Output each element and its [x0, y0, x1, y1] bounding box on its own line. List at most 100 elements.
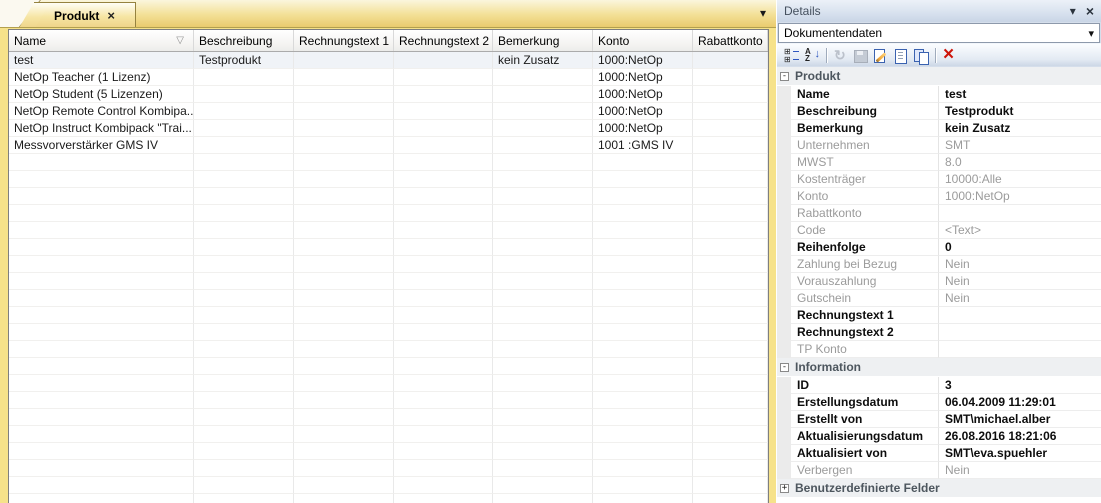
property-value[interactable]: Nein — [939, 462, 1101, 479]
table-cell — [693, 205, 768, 222]
property-value[interactable]: Nein — [939, 256, 1101, 273]
table-cell — [693, 494, 768, 503]
property-value[interactable]: 26.08.2016 18:21:06 — [939, 428, 1101, 445]
property-value[interactable]: SMT\eva.spuehler — [939, 445, 1101, 462]
table-row[interactable]: NetOp Instruct Kombipack "Trai...1000:Ne… — [9, 120, 768, 137]
column-header-bemerkung[interactable]: Bemerkung — [493, 30, 593, 51]
property-value[interactable]: kein Zusatz — [939, 120, 1101, 137]
table-row[interactable]: testTestproduktkein Zusatz1000:NetOp — [9, 52, 768, 69]
edit-icon[interactable] — [872, 47, 890, 64]
property-value[interactable]: <Text> — [939, 222, 1101, 239]
details-view-select[interactable]: Dokumentendaten ▾ — [778, 23, 1100, 43]
property-row[interactable]: Konto1000:NetOp — [777, 188, 1101, 205]
table-filler-row — [9, 460, 768, 477]
collapse-box-icon[interactable]: - — [780, 72, 789, 81]
property-row[interactable]: Code<Text> — [777, 222, 1101, 239]
tab-produkt[interactable]: Produkt × — [34, 2, 136, 28]
property-value[interactable]: Nein — [939, 290, 1101, 307]
property-row[interactable]: ID3 — [777, 377, 1101, 394]
tab-close-icon[interactable]: × — [107, 9, 115, 22]
chevron-down-icon[interactable]: ▾ — [1083, 27, 1099, 40]
property-value[interactable]: SMT\michael.alber — [939, 411, 1101, 428]
property-label: Reihenfolge — [791, 239, 939, 256]
property-row[interactable]: Kostenträger10000:Alle — [777, 171, 1101, 188]
table-cell — [593, 477, 693, 494]
property-value[interactable]: 1000:NetOp — [939, 188, 1101, 205]
property-value[interactable]: test — [939, 86, 1101, 103]
column-header-konto[interactable]: Konto — [593, 30, 693, 51]
filter-icon[interactable]: ▽ — [176, 35, 184, 46]
property-row[interactable]: Erstellungsdatum06.04.2009 11:29:01 — [777, 394, 1101, 411]
table-row[interactable]: NetOp Teacher (1 Lizenz)1000:NetOp — [9, 69, 768, 86]
table-cell: test — [9, 52, 194, 69]
property-row[interactable]: MWST8.0 — [777, 154, 1101, 171]
property-value[interactable] — [939, 307, 1101, 324]
table-cell — [294, 477, 394, 494]
property-row[interactable]: Erstellt vonSMT\michael.alber — [777, 411, 1101, 428]
property-value[interactable]: 10000:Alle — [939, 171, 1101, 188]
category-information[interactable]: -Information — [777, 358, 1101, 377]
table-row[interactable]: NetOp Student (5 Lizenzen)1000:NetOp — [9, 86, 768, 103]
property-row[interactable]: Zahlung bei BezugNein — [777, 256, 1101, 273]
table-cell: 1000:NetOp — [593, 52, 693, 69]
property-row[interactable]: Nametest — [777, 86, 1101, 103]
property-value[interactable]: 8.0 — [939, 154, 1101, 171]
column-header-rabattkonto[interactable]: Rabattkonto — [693, 30, 768, 51]
property-row[interactable]: Aktualisiert vonSMT\eva.spuehler — [777, 445, 1101, 462]
delete-icon[interactable] — [941, 47, 959, 64]
property-row[interactable]: VerbergenNein — [777, 462, 1101, 479]
table-cell — [9, 460, 194, 477]
tab-list-dropdown-icon[interactable]: ▾ — [760, 6, 766, 20]
table-cell — [294, 375, 394, 392]
table-row[interactable]: NetOp Remote Control Kombipa...1000:NetO… — [9, 103, 768, 120]
table-cell — [493, 154, 593, 171]
property-label: Erstellungsdatum — [791, 394, 939, 411]
column-header-beschreibung[interactable]: Beschreibung — [194, 30, 294, 51]
property-row-gutter — [777, 222, 791, 239]
property-row[interactable]: Rechnungstext 2 — [777, 324, 1101, 341]
table-cell — [194, 86, 294, 103]
property-row[interactable]: Aktualisierungsdatum26.08.2016 18:21:06 — [777, 428, 1101, 445]
copy-icon[interactable] — [912, 47, 930, 64]
table-cell — [294, 324, 394, 341]
category-benutzerdefinierte-felder[interactable]: +Benutzerdefinierte Felder — [777, 479, 1101, 498]
property-row[interactable]: Reihenfolge0 — [777, 239, 1101, 256]
table-row[interactable]: Messvorverstärker GMS IV1001 :GMS IV — [9, 137, 768, 154]
property-row[interactable]: TP Konto — [777, 341, 1101, 358]
column-header-rechnungstext-1[interactable]: Rechnungstext 1 — [294, 30, 394, 51]
expand-box-icon[interactable]: + — [780, 484, 789, 493]
property-value[interactable] — [939, 205, 1101, 222]
column-header-name[interactable]: Name▽ — [9, 30, 194, 51]
property-value[interactable]: 0 — [939, 239, 1101, 256]
collapse-box-icon[interactable]: - — [780, 363, 789, 372]
table-cell — [394, 69, 493, 86]
table-cell: 1000:NetOp — [593, 69, 693, 86]
property-value[interactable] — [939, 324, 1101, 341]
table-cell — [294, 273, 394, 290]
table-cell — [194, 358, 294, 375]
property-row[interactable]: UnternehmenSMT — [777, 137, 1101, 154]
table-cell — [294, 494, 394, 503]
property-value[interactable]: SMT — [939, 137, 1101, 154]
column-header-rechnungstext-2[interactable]: Rechnungstext 2 — [394, 30, 493, 51]
property-value[interactable]: Nein — [939, 273, 1101, 290]
property-value[interactable]: Testprodukt — [939, 103, 1101, 120]
categorized-icon[interactable] — [783, 47, 801, 64]
table-cell — [394, 171, 493, 188]
category-produkt[interactable]: -Produkt — [777, 67, 1101, 86]
property-row[interactable]: Bemerkungkein Zusatz — [777, 120, 1101, 137]
property-value[interactable] — [939, 341, 1101, 358]
property-row[interactable]: GutscheinNein — [777, 290, 1101, 307]
details-collapse-icon[interactable]: ▾ — [1070, 4, 1076, 18]
details-close-icon[interactable]: × — [1086, 4, 1094, 18]
table-cell — [294, 188, 394, 205]
property-value[interactable]: 06.04.2009 11:29:01 — [939, 394, 1101, 411]
property-row[interactable]: BeschreibungTestprodukt — [777, 103, 1101, 120]
property-label: TP Konto — [791, 341, 939, 358]
document-icon[interactable] — [892, 47, 910, 64]
property-value[interactable]: 3 — [939, 377, 1101, 394]
property-row[interactable]: VorauszahlungNein — [777, 273, 1101, 290]
sort-az-icon[interactable] — [803, 47, 821, 64]
property-row[interactable]: Rabattkonto — [777, 205, 1101, 222]
property-row[interactable]: Rechnungstext 1 — [777, 307, 1101, 324]
